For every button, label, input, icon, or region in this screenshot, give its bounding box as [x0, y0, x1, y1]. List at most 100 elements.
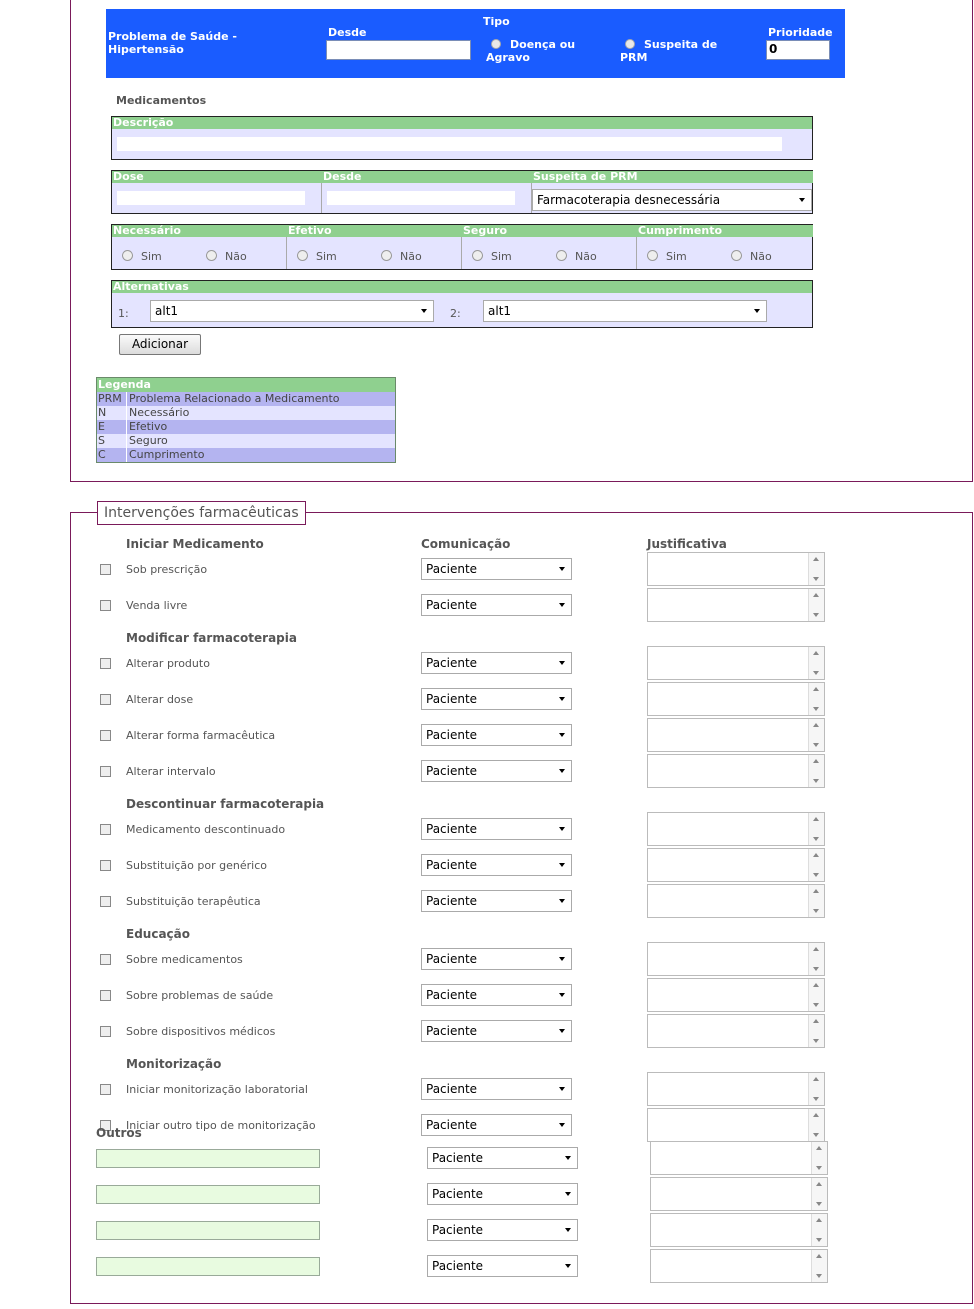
comunicacao-select[interactable]: Paciente — [421, 1020, 572, 1042]
justificativa-textarea[interactable] — [647, 646, 825, 680]
scroll-down-icon[interactable] — [813, 1097, 819, 1101]
scrollbar[interactable] — [808, 1015, 824, 1047]
scroll-up-icon[interactable] — [813, 593, 819, 597]
justificativa-textarea[interactable] — [647, 552, 825, 586]
scrollbar[interactable] — [808, 943, 824, 975]
intervention-checkbox[interactable] — [100, 824, 111, 835]
scroll-down-icon[interactable] — [813, 909, 819, 913]
justificativa-textarea[interactable] — [647, 718, 825, 752]
justificativa-textarea[interactable] — [647, 1108, 825, 1142]
scrollbar[interactable] — [808, 553, 824, 585]
comunicacao-select[interactable]: Paciente — [421, 760, 572, 782]
outros-justificativa-textarea[interactable] — [650, 1141, 828, 1175]
scroll-down-icon[interactable] — [816, 1166, 822, 1170]
seguro-sim-radio[interactable] — [472, 250, 483, 261]
scrollbar[interactable] — [808, 589, 824, 621]
scrollbar[interactable] — [808, 719, 824, 751]
scroll-up-icon[interactable] — [816, 1146, 822, 1150]
justificativa-textarea[interactable] — [647, 812, 825, 846]
intervention-checkbox[interactable] — [100, 860, 111, 871]
justificativa-textarea[interactable] — [647, 754, 825, 788]
suspeita-select[interactable]: Farmacoterapia desnecessária — [532, 189, 812, 211]
scrollbar[interactable] — [808, 813, 824, 845]
justificativa-textarea[interactable] — [647, 978, 825, 1012]
efetivo-nao-radio[interactable] — [381, 250, 392, 261]
comunicacao-select[interactable]: Paciente — [421, 818, 572, 840]
comunicacao-select[interactable]: Paciente — [421, 854, 572, 876]
alt1-select[interactable]: alt1 — [150, 300, 434, 322]
intervention-checkbox[interactable] — [100, 694, 111, 705]
outros-justificativa-textarea[interactable] — [650, 1213, 828, 1247]
comunicacao-select[interactable]: Paciente — [421, 688, 572, 710]
scroll-down-icon[interactable] — [813, 743, 819, 747]
comunicacao-select[interactable]: Paciente — [421, 558, 572, 580]
scroll-down-icon[interactable] — [816, 1274, 822, 1278]
scrollbar[interactable] — [811, 1250, 827, 1282]
intervention-checkbox[interactable] — [100, 564, 111, 575]
outros-justificativa-textarea[interactable] — [650, 1177, 828, 1211]
outros-input[interactable] — [96, 1185, 320, 1204]
scroll-down-icon[interactable] — [813, 1039, 819, 1043]
scroll-up-icon[interactable] — [816, 1254, 822, 1258]
outros-comunicacao-select[interactable]: Paciente — [427, 1147, 578, 1169]
scroll-up-icon[interactable] — [816, 1182, 822, 1186]
comunicacao-select[interactable]: Paciente — [421, 1078, 572, 1100]
cumprimento-sim-radio[interactable] — [647, 250, 658, 261]
outros-input[interactable] — [96, 1149, 320, 1168]
justificativa-textarea[interactable] — [647, 682, 825, 716]
scroll-up-icon[interactable] — [813, 723, 819, 727]
intervention-checkbox[interactable] — [100, 600, 111, 611]
scrollbar[interactable] — [811, 1178, 827, 1210]
scroll-down-icon[interactable] — [816, 1238, 822, 1242]
scrollbar[interactable] — [808, 755, 824, 787]
scrollbar[interactable] — [811, 1214, 827, 1246]
justificativa-textarea[interactable] — [647, 1014, 825, 1048]
scroll-up-icon[interactable] — [813, 983, 819, 987]
comunicacao-select[interactable]: Paciente — [421, 1114, 572, 1136]
scrollbar[interactable] — [808, 979, 824, 1011]
scroll-up-icon[interactable] — [813, 1019, 819, 1023]
scrollbar[interactable] — [808, 1073, 824, 1105]
comunicacao-select[interactable]: Paciente — [421, 594, 572, 616]
intervention-checkbox[interactable] — [100, 896, 111, 907]
scroll-up-icon[interactable] — [813, 557, 819, 561]
outros-comunicacao-select[interactable]: Paciente — [427, 1183, 578, 1205]
scroll-down-icon[interactable] — [813, 613, 819, 617]
scroll-down-icon[interactable] — [813, 873, 819, 877]
scroll-down-icon[interactable] — [813, 1003, 819, 1007]
alt2-select[interactable]: alt1 — [483, 300, 767, 322]
scroll-down-icon[interactable] — [813, 671, 819, 675]
scroll-down-icon[interactable] — [813, 779, 819, 783]
scroll-up-icon[interactable] — [813, 1113, 819, 1117]
intervention-checkbox[interactable] — [100, 730, 111, 741]
justificativa-textarea[interactable] — [647, 588, 825, 622]
justificativa-textarea[interactable] — [647, 942, 825, 976]
scroll-up-icon[interactable] — [813, 687, 819, 691]
scroll-down-icon[interactable] — [813, 1133, 819, 1137]
med-desde-input[interactable] — [327, 191, 515, 205]
scrollbar[interactable] — [808, 885, 824, 917]
justificativa-textarea[interactable] — [647, 848, 825, 882]
scroll-up-icon[interactable] — [816, 1218, 822, 1222]
scroll-up-icon[interactable] — [813, 817, 819, 821]
comunicacao-select[interactable]: Paciente — [421, 724, 572, 746]
outros-justificativa-textarea[interactable] — [650, 1249, 828, 1283]
scrollbar[interactable] — [808, 647, 824, 679]
justificativa-textarea[interactable] — [647, 884, 825, 918]
intervention-checkbox[interactable] — [100, 658, 111, 669]
comunicacao-select[interactable]: Paciente — [421, 890, 572, 912]
scroll-down-icon[interactable] — [813, 967, 819, 971]
scrollbar[interactable] — [808, 683, 824, 715]
intervention-checkbox[interactable] — [100, 954, 111, 965]
scroll-down-icon[interactable] — [816, 1202, 822, 1206]
cumprimento-nao-radio[interactable] — [731, 250, 742, 261]
justificativa-textarea[interactable] — [647, 1072, 825, 1106]
prioridade-input[interactable]: 0 — [766, 40, 830, 60]
intervention-checkbox[interactable] — [100, 990, 111, 1001]
dose-input[interactable] — [117, 191, 305, 205]
necessario-sim-radio[interactable] — [122, 250, 133, 261]
comunicacao-select[interactable]: Paciente — [421, 948, 572, 970]
outros-comunicacao-select[interactable]: Paciente — [427, 1255, 578, 1277]
intervention-checkbox[interactable] — [100, 1026, 111, 1037]
comunicacao-select[interactable]: Paciente — [421, 984, 572, 1006]
